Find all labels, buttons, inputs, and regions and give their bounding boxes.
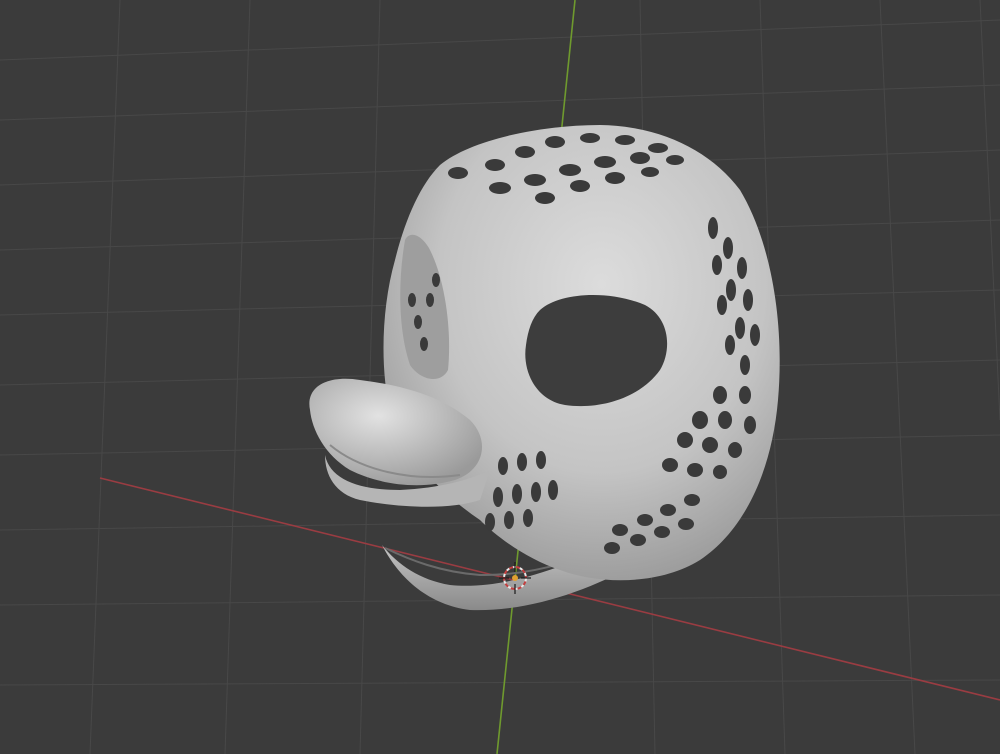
viewport-canvas[interactable] [0,0,1000,754]
mask-model[interactable] [309,125,780,611]
3d-viewport[interactable] [0,0,1000,754]
